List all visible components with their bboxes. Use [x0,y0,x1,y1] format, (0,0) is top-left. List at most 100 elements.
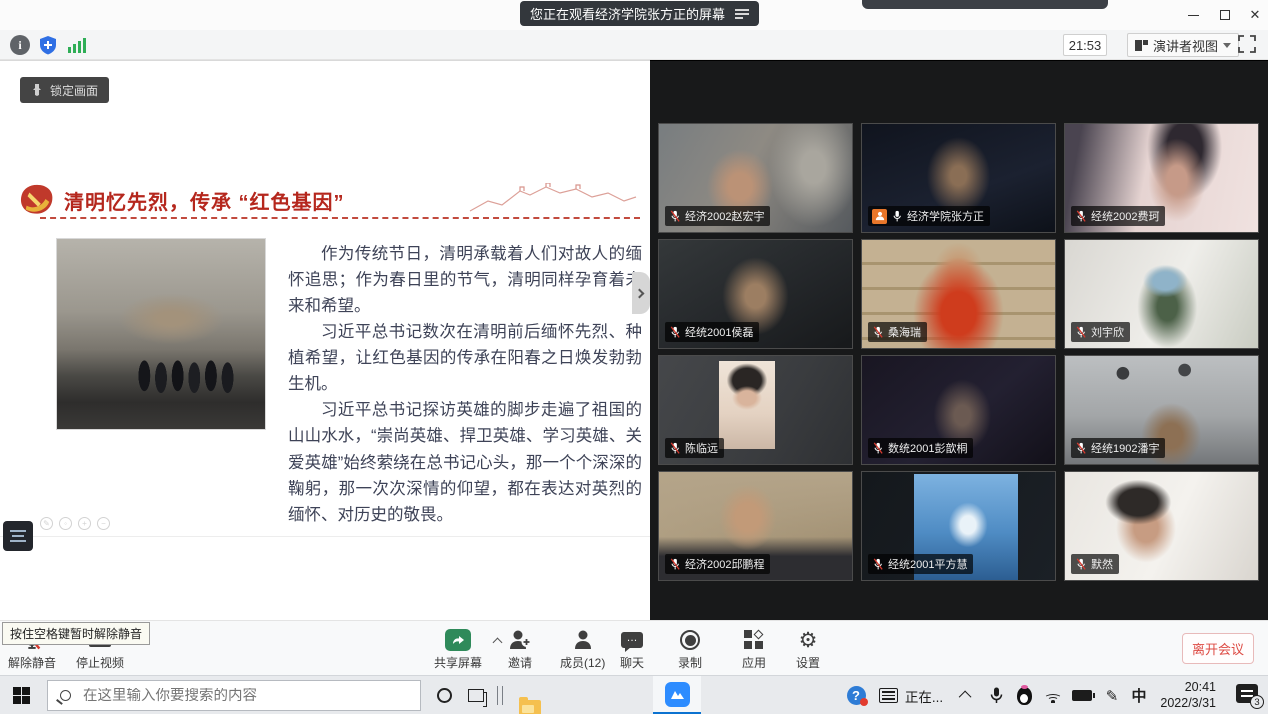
pin-icon [31,83,43,97]
video-tile[interactable]: 经济2002邱鹏程 [658,471,853,581]
taskbar-separator [497,686,503,705]
view-mode-selector[interactable]: 演讲者视图 [1127,33,1239,57]
news-feed-icon[interactable] [876,676,900,714]
panel-expand-handle[interactable] [632,272,650,314]
share-screen-button[interactable]: 共享屏幕 [434,629,482,671]
invite-label: 邀请 [508,654,532,671]
help-tray-icon[interactable]: ? [844,676,868,714]
video-tile[interactable]: 经济2002赵宏宇 [658,123,853,233]
chat-button[interactable]: … 聊天 [620,629,644,671]
layout-icon [1135,40,1148,51]
slide-paragraph: 作为传统节日，清明承载着人们对故人的缅怀追思；作为春日里的节气，清明同样孕育着未… [288,241,642,319]
participant-name-chip: 经统2002费珂 [1071,206,1165,226]
mic-muted-icon [669,326,681,339]
title-divider [40,217,640,219]
pin-label: 锁定画面 [50,82,98,99]
shape-tool-icon[interactable]: ◦ [59,517,72,530]
apps-button[interactable]: 应用 [742,629,766,671]
video-tile[interactable]: 刘宇欣 [1064,239,1259,349]
screen-share-banner[interactable]: 您正在观看经济学院张方正的屏幕 [520,1,759,26]
participant-name-chip: 桑海瑞 [868,322,927,342]
minimize-button[interactable] [1178,4,1208,26]
video-tile[interactable]: 数统2001彭歆桐 [861,355,1056,465]
video-tile[interactable]: 经统2001平方慧 [861,471,1056,581]
slide-paragraph: 习近平总书记数次在清明前后缅怀先烈、种植希望，让红色基因的传承在阳春之日焕发勃勃… [288,319,642,397]
mic-muted-icon [1075,210,1087,223]
meeting-security-shield-icon[interactable] [38,35,58,55]
news-feed-text[interactable]: 正在... [902,676,946,714]
meeting-app-icon [665,682,690,707]
ime-indicator[interactable]: 中 [1128,676,1150,714]
pen-tray-icon[interactable]: ✎ [1102,676,1122,714]
participant-name-chip: 经济2002赵宏宇 [665,206,770,226]
participant-name: 经济2002赵宏宇 [685,208,764,224]
mic-muted-icon [669,210,681,223]
maximize-button[interactable] [1210,4,1240,26]
qq-tray-icon[interactable] [1014,676,1034,714]
partial-popup-bar [862,0,1108,9]
windows-taskbar: ? 正在... ✎ 中 20:41 2022/3/31 3 [0,675,1268,714]
mic-muted-icon [1075,558,1087,571]
participant-name: 经济2002邱鹏程 [685,556,764,572]
view-mode-label: 演讲者视图 [1153,36,1218,55]
share-options-caret[interactable] [494,639,502,647]
video-tile[interactable]: 桑海瑞 [861,239,1056,349]
tray-mic-icon[interactable] [986,676,1006,714]
slide-bottom-edge [0,536,650,537]
zoom-in-icon[interactable]: + [78,517,91,530]
leave-meeting-button[interactable]: 离开会议 [1182,633,1254,664]
apps-label: 应用 [742,654,766,671]
chat-bubble-icon: … [621,632,643,648]
taskbar-search[interactable] [47,680,421,711]
stop-video-label: 停止视频 [76,654,124,671]
participant-name-chip: 经济学院张方正 [868,206,990,226]
cortana-icon[interactable] [437,688,452,703]
mic-muted-icon [669,442,681,455]
settings-button[interactable]: ⚙ 设置 [796,629,820,671]
pin-screen-button[interactable]: 锁定画面 [20,77,109,103]
shared-screen-area: 锁定画面 清明忆先烈，传承 “红色基因” 作为传统节日，清明承载着人们对故人的缅… [0,60,650,620]
video-tile[interactable]: 经统2001侯磊 [658,239,853,349]
meeting-info-icon[interactable]: i [10,35,30,55]
taskbar-clock[interactable]: 20:41 2022/3/31 [1160,679,1216,712]
search-icon [60,690,71,701]
task-view-icon[interactable] [468,689,484,702]
apps-grid-icon [744,630,764,650]
video-tile[interactable]: 陈临远 [658,355,853,465]
participant-name-chip: 经统2001侯磊 [665,322,759,342]
invite-button[interactable]: 邀请 [508,629,532,671]
screen-share-banner-text: 您正在观看经济学院张方正的屏幕 [530,4,725,23]
annotation-toolbar-toggle[interactable] [3,521,33,551]
pen-tool-icon[interactable]: ✎ [40,517,53,530]
video-tile[interactable]: 默然 [1064,471,1259,581]
record-button[interactable]: 录制 [678,629,702,671]
tray-expand-caret[interactable] [956,676,976,714]
participant-name: 经统1902潘宇 [1091,440,1159,456]
close-button[interactable]: ✕ [1240,4,1268,26]
wifi-tray-icon[interactable] [1042,676,1064,714]
participant-name: 陈临远 [685,440,718,456]
great-wall-sketch [468,183,638,213]
windows-start-button[interactable] [13,687,30,704]
search-input[interactable] [83,688,383,704]
control-bar: 按住空格键暂时解除静音 解除静音 停止视频 共享屏幕 邀请 成员(12) … 聊… [0,620,1268,675]
banner-menu-icon[interactable] [735,9,749,19]
battery-tray-icon[interactable] [1070,676,1094,714]
participant-name: 经统2002费珂 [1091,208,1159,224]
meeting-app-taskbar-button[interactable] [653,676,701,714]
fullscreen-icon[interactable] [1238,35,1256,53]
mic-muted-icon [1075,442,1087,455]
zoom-out-icon[interactable]: − [97,517,110,530]
members-button[interactable]: 成员(12) [560,629,605,671]
network-signal-icon[interactable] [68,37,86,53]
slide-paragraph: 习近平总书记探访英雄的脚步走遍了祖国的山山水水，“崇尚英雄、捍卫英雄、学习英雄、… [288,397,642,527]
participant-name-chip: 数统2001彭歆桐 [868,438,973,458]
participant-name-chip: 经济2002邱鹏程 [665,554,770,574]
file-explorer-icon[interactable] [519,700,541,714]
video-tile[interactable]: 经统2002费珂 [1064,123,1259,233]
notification-badge: 3 [1250,695,1264,709]
video-tile[interactable]: 经济学院张方正 [861,123,1056,233]
presentation-tools[interactable]: ✎ ◦ + − [40,517,110,530]
mic-muted-icon [669,558,681,571]
video-tile[interactable]: 经统1902潘宇 [1064,355,1259,465]
